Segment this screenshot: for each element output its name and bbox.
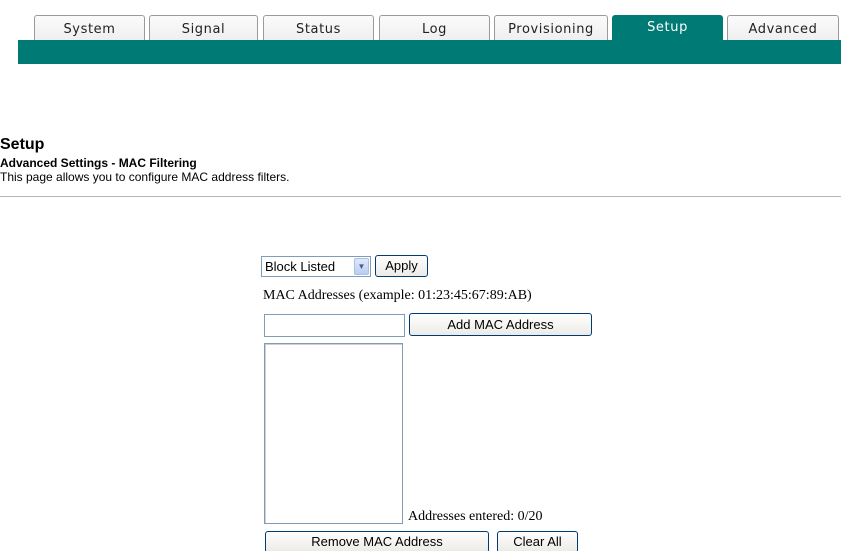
filter-mode-select[interactable]: Block Listed ▼ xyxy=(261,256,371,277)
addresses-entered-count: Addresses entered: 0/20 xyxy=(408,509,543,524)
clear-all-button[interactable]: Clear All xyxy=(497,531,578,551)
filter-mode-value: Block Listed xyxy=(265,259,336,274)
page-description: This page allows you to configure MAC ad… xyxy=(0,170,290,184)
tab-system[interactable]: System xyxy=(34,15,145,40)
page-title: Setup xyxy=(0,136,45,153)
tab-log[interactable]: Log xyxy=(379,15,490,40)
mac-address-input[interactable] xyxy=(264,314,405,337)
mac-addresses-label: MAC Addresses (example: 01:23:45:67:89:A… xyxy=(263,288,532,303)
tab-signal[interactable]: Signal xyxy=(149,15,258,40)
page-subtitle: Advanced Settings - MAC Filtering xyxy=(0,156,197,170)
tab-setup[interactable]: Setup xyxy=(612,15,723,40)
apply-button[interactable]: Apply xyxy=(375,255,428,277)
tab-provisioning[interactable]: Provisioning xyxy=(494,15,608,40)
remove-mac-address-button[interactable]: Remove MAC Address xyxy=(265,531,489,551)
mac-address-list[interactable] xyxy=(264,343,403,524)
top-navigation: System Signal Status Log Provisioning Se… xyxy=(0,0,841,64)
add-mac-address-button[interactable]: Add MAC Address xyxy=(409,313,592,336)
nav-accent-bar xyxy=(18,40,841,64)
chevron-down-icon[interactable]: ▼ xyxy=(354,258,369,275)
divider xyxy=(0,196,841,197)
tab-advanced[interactable]: Advanced xyxy=(727,15,839,40)
page: System Signal Status Log Provisioning Se… xyxy=(0,0,841,551)
tab-status[interactable]: Status xyxy=(263,15,374,40)
